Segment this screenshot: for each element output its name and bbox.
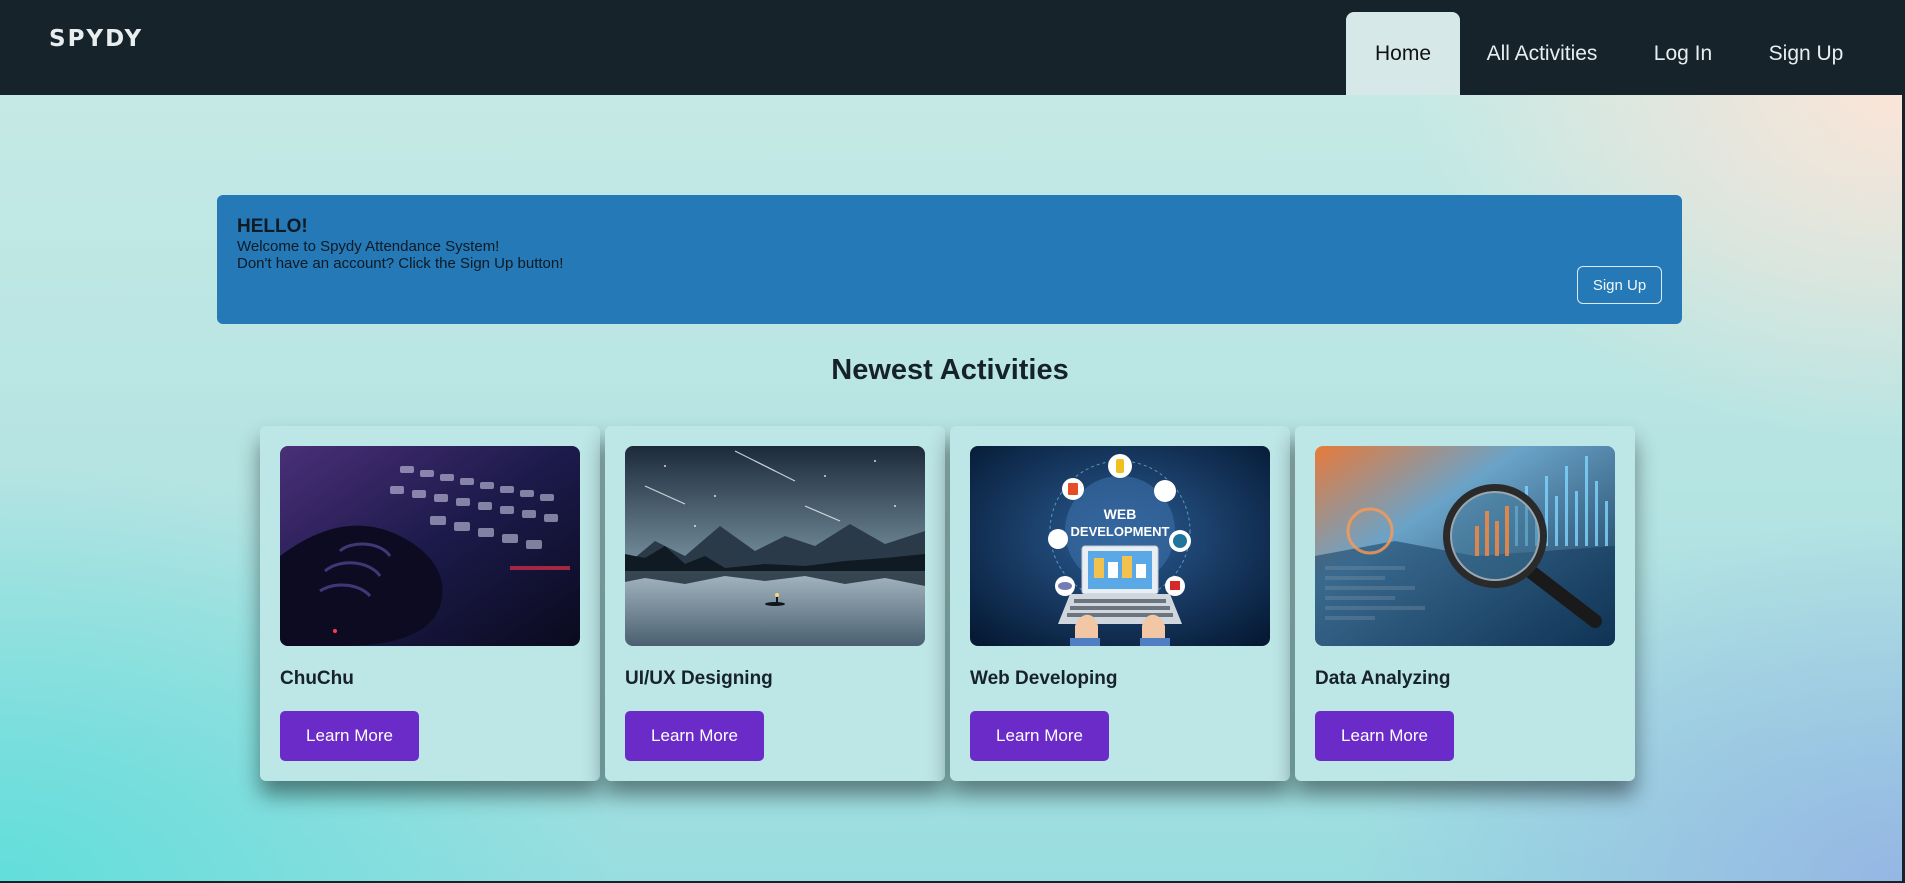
brand-logo[interactable]: SPYDY (49, 26, 143, 52)
activity-card: WEB DEVELOPMENT Web Developing Learn Mor… (950, 426, 1290, 781)
banner-welcome-text: Welcome to Spydy Attendance System! (237, 238, 500, 255)
web-development-laptop-image: WEB DEVELOPMENT (970, 446, 1270, 646)
activity-title: Web Developing (970, 668, 1118, 689)
welcome-banner: HELLO! Welcome to Spydy Attendance Syste… (217, 195, 1682, 324)
image-text-web: WEB (1104, 506, 1137, 522)
nav-signup[interactable]: Sign Up (1742, 12, 1870, 95)
banner-signup-button[interactable]: Sign Up (1577, 266, 1662, 304)
activity-card: ChuChu Learn More (260, 426, 600, 781)
section-title: Newest Activities (831, 354, 1069, 386)
nav-login[interactable]: Log In (1624, 12, 1742, 95)
magnifier-data-chart-image (1315, 446, 1615, 646)
activity-card: Data Analyzing Learn More (1295, 426, 1635, 781)
keyboard-hand-image (280, 446, 580, 646)
learn-more-button[interactable]: Learn More (280, 711, 419, 761)
activity-title: Data Analyzing (1315, 668, 1451, 689)
banner-signup-hint: Don't have an account? Click the Sign Up… (237, 255, 564, 272)
image-text-development: DEVELOPMENT (1071, 524, 1170, 539)
top-navbar: SPYDY Home All Activities Log In Sign Up (0, 0, 1902, 95)
activity-card: UI/UX Designing Learn More (605, 426, 945, 781)
mountain-lake-night-image (625, 446, 925, 646)
banner-heading: HELLO! (237, 216, 308, 237)
nav-all-activities[interactable]: All Activities (1460, 12, 1624, 95)
activity-title: UI/UX Designing (625, 668, 773, 689)
learn-more-button[interactable]: Learn More (1315, 711, 1454, 761)
nav-home[interactable]: Home (1346, 12, 1460, 95)
learn-more-button[interactable]: Learn More (970, 711, 1109, 761)
learn-more-button[interactable]: Learn More (625, 711, 764, 761)
activity-title: ChuChu (280, 668, 354, 689)
